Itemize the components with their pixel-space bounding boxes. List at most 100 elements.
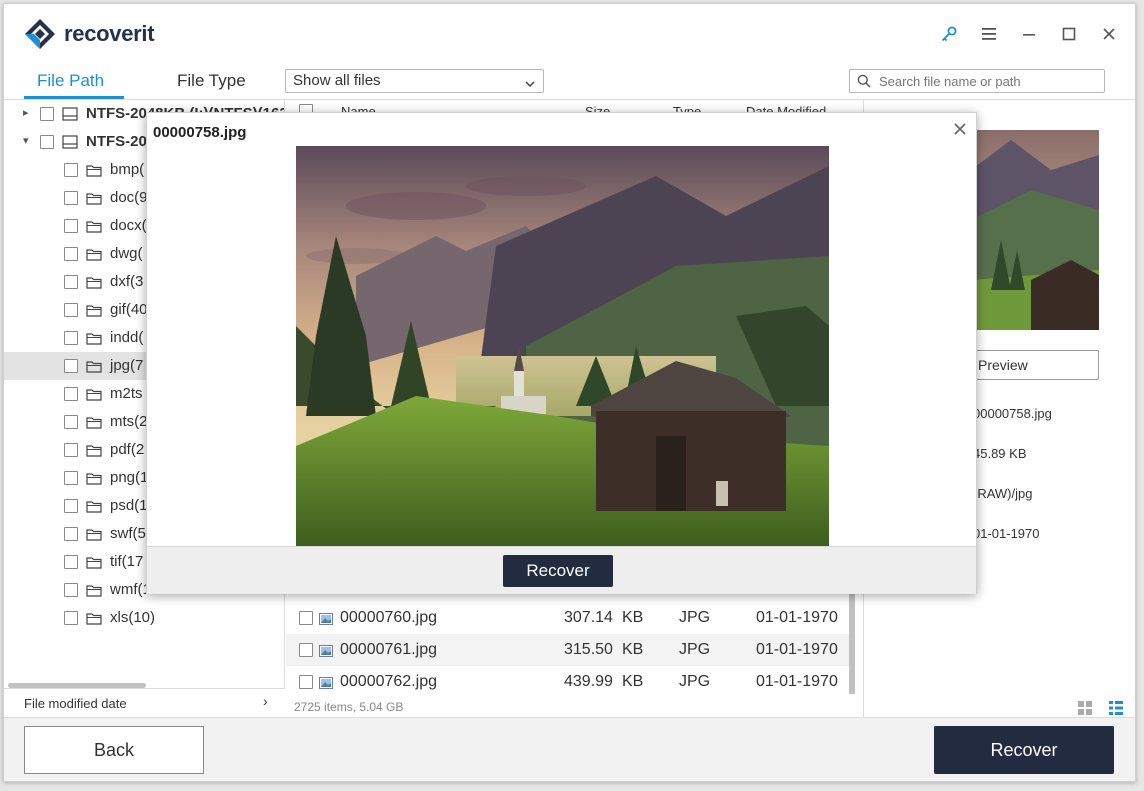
info-file-path: (RAW)/jpg [973, 486, 1033, 501]
folder-icon [86, 191, 102, 205]
checkbox[interactable] [64, 219, 78, 233]
maximize-icon[interactable] [1059, 24, 1079, 44]
folder-icon [86, 247, 102, 261]
search-input[interactable] [879, 72, 1099, 90]
tree-folder-row[interactable]: xls(10) [4, 604, 284, 632]
file-modified-date-filter[interactable]: File modified date › [4, 688, 285, 715]
title-bar: recoverit [4, 4, 1135, 62]
search-box[interactable] [849, 69, 1105, 93]
tree-folder-label: bmp( [110, 161, 145, 178]
checkbox[interactable] [299, 675, 313, 689]
folder-icon [86, 359, 102, 373]
file-type: JPG [679, 609, 711, 626]
filter-label: File modified date [24, 696, 127, 711]
grid-view-icon[interactable] [1078, 701, 1092, 715]
recover-button[interactable]: Recover [934, 726, 1114, 774]
checkbox[interactable] [299, 611, 313, 625]
preview-button-label: Preview [978, 357, 1028, 373]
expand-icon[interactable]: ▸ [23, 106, 29, 119]
tree-folder-label: dxf(3 [110, 273, 144, 290]
list-view-icon[interactable] [1109, 701, 1123, 715]
checkbox[interactable] [64, 443, 78, 457]
checkbox[interactable] [64, 387, 78, 401]
preview-dialog: 00000758.jpg Recover [146, 112, 977, 594]
checkbox[interactable] [64, 331, 78, 345]
file-size: 315.50 [564, 641, 613, 658]
checkbox[interactable] [64, 471, 78, 485]
list-status-bar: 2725 items, 5.04 GB [286, 695, 862, 717]
preview-image [296, 146, 829, 546]
folder-icon [86, 499, 102, 513]
minimize-icon[interactable] [1019, 24, 1039, 44]
back-button[interactable]: Back [24, 726, 204, 774]
checkbox[interactable] [64, 499, 78, 513]
file-filter-select[interactable]: Show all files [285, 69, 544, 93]
checkbox[interactable] [40, 107, 54, 121]
file-size-unit: KB [622, 609, 644, 626]
folder-icon [86, 387, 102, 401]
tree-folder-label: indd( [110, 329, 144, 346]
list-vertical-scrollbar[interactable] [849, 590, 855, 694]
tree-folder-label: png(1 [110, 469, 149, 486]
active-tab-indicator [24, 96, 124, 99]
file-filter-value: Show all files [293, 72, 381, 89]
tree-folder-label: m2ts [110, 385, 143, 402]
checkbox[interactable] [64, 303, 78, 317]
tree-folder-label: jpg(7 [110, 357, 144, 374]
tab-file-path[interactable]: File Path [37, 71, 104, 91]
table-row[interactable]: 00000760.jpg 307.14 KB JPG 01-01-1970 [286, 602, 849, 634]
folder-icon [86, 415, 102, 429]
info-file-size: 45.89 KB [973, 446, 1027, 461]
checkbox[interactable] [64, 163, 78, 177]
image-file-icon [319, 644, 333, 657]
preview-dialog-footer: Recover [147, 546, 976, 594]
preview-button[interactable]: Preview [971, 350, 1099, 380]
drive-icon [62, 135, 78, 149]
preview-thumbnail [971, 130, 1099, 330]
tree-folder-label: dwg( [110, 245, 143, 262]
file-type: JPG [679, 673, 711, 690]
file-date: 01-01-1970 [756, 641, 838, 658]
tree-folder-label: docx( [110, 217, 147, 234]
file-name: 00000762.jpg [340, 673, 437, 690]
table-row[interactable]: 00000762.jpg 439.99 KB JPG 01-01-1970 [286, 666, 849, 698]
checkbox[interactable] [299, 643, 313, 657]
tree-drive-label: NTFS-20 [86, 133, 147, 150]
logo-icon [24, 18, 56, 50]
tree-folder-label: gif(40 [110, 301, 148, 318]
key-icon[interactable] [939, 24, 959, 44]
checkbox[interactable] [64, 247, 78, 261]
image-file-icon [319, 612, 333, 625]
close-icon[interactable] [952, 121, 968, 137]
tree-folder-label: tif(17 [110, 553, 144, 570]
checkbox[interactable] [64, 191, 78, 205]
folder-icon [86, 219, 102, 233]
checkbox[interactable] [40, 135, 54, 149]
chevron-down-icon [525, 75, 535, 92]
tree-folder-label: xls(10) [110, 609, 156, 626]
preview-recover-button[interactable]: Recover [503, 555, 613, 587]
tab-file-type[interactable]: File Type [177, 71, 246, 91]
close-icon[interactable] [1099, 24, 1119, 44]
table-row[interactable]: 00000761.jpg 315.50 KB JPG 01-01-1970 [286, 634, 849, 666]
checkbox[interactable] [64, 611, 78, 625]
checkbox[interactable] [64, 555, 78, 569]
tree-folder-label: doc(9 [110, 189, 148, 206]
checkbox[interactable] [64, 275, 78, 289]
folder-icon [86, 471, 102, 485]
tree-folder-label: pdf(2 [110, 441, 145, 458]
checkbox[interactable] [64, 583, 78, 597]
checkbox[interactable] [64, 527, 78, 541]
drive-icon [62, 107, 78, 121]
menu-icon[interactable] [979, 24, 999, 44]
checkbox[interactable] [64, 359, 78, 373]
checkbox[interactable] [64, 415, 78, 429]
collapse-icon[interactable]: ▾ [23, 134, 29, 147]
folder-icon [86, 275, 102, 289]
tree-folder-label: wmf(1 [110, 581, 151, 598]
file-name: 00000760.jpg [340, 609, 437, 626]
file-type: JPG [679, 641, 711, 658]
tree-folder-label: swf(5 [110, 525, 146, 542]
folder-icon [86, 555, 102, 569]
file-size: 439.99 [564, 673, 613, 690]
